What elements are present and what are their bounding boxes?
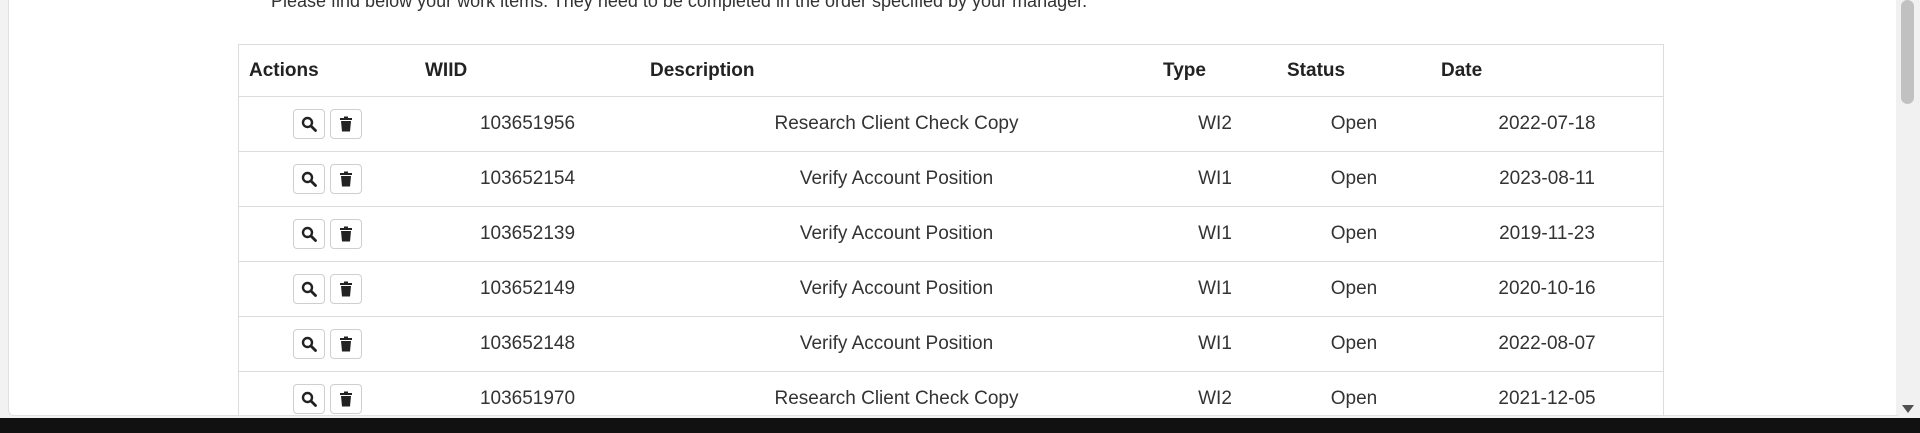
delete-button[interactable] xyxy=(329,384,362,414)
table-row: 103652149 Verify Account Position WI1 Open 2… xyxy=(239,261,1663,317)
date-cell: 2022-08-07 xyxy=(1431,316,1663,372)
date-cell: 2023-08-11 xyxy=(1431,151,1663,207)
delete-button[interactable] xyxy=(329,109,362,139)
scrollbar-thumb[interactable] xyxy=(1901,0,1914,104)
search-icon xyxy=(301,171,317,187)
actions-cell xyxy=(239,316,415,372)
header-date[interactable]: Date xyxy=(1431,45,1663,97)
search-icon xyxy=(301,281,317,297)
date-cell: 2020-10-16 xyxy=(1431,261,1663,317)
date-cell: 2022-07-18 xyxy=(1431,96,1663,152)
view-button[interactable] xyxy=(292,329,325,359)
wiid-cell: 103652154 xyxy=(415,151,640,207)
description-cell: Verify Account Position xyxy=(640,316,1153,372)
type-cell: WI2 xyxy=(1153,96,1277,152)
description-cell: Research Client Check Copy xyxy=(640,371,1153,416)
trash-icon xyxy=(339,391,353,407)
table-row: 103651956 Research Client Check Copy WI2 Op… xyxy=(239,96,1663,152)
actions-cell xyxy=(239,206,415,262)
type-cell: WI2 xyxy=(1153,371,1277,416)
header-description[interactable]: Description xyxy=(640,45,1153,97)
view-button[interactable] xyxy=(292,384,325,414)
description-cell: Verify Account Position xyxy=(640,206,1153,262)
type-cell: WI1 xyxy=(1153,316,1277,372)
header-status[interactable]: Status xyxy=(1277,45,1431,97)
search-icon xyxy=(301,226,317,242)
status-cell: Open xyxy=(1277,96,1431,152)
table-header-row: Actions WIID Description Type Status Dat… xyxy=(239,45,1663,97)
type-cell: WI1 xyxy=(1153,206,1277,262)
delete-button[interactable] xyxy=(329,329,362,359)
description-cell: Verify Account Position xyxy=(640,261,1153,317)
table-row: 103652139 Verify Account Position WI1 Open 2… xyxy=(239,206,1663,262)
wiid-cell: 103651970 xyxy=(415,371,640,416)
wiid-cell: 103652148 xyxy=(415,316,640,372)
trash-icon xyxy=(339,281,353,297)
trash-icon xyxy=(339,336,353,352)
table-row: 103652154 Verify Account Position WI1 Open 2… xyxy=(239,151,1663,207)
wiid-cell: 103652149 xyxy=(415,261,640,317)
actions-cell xyxy=(239,261,415,317)
bottom-bar xyxy=(0,418,1920,433)
date-cell: 2019-11-23 xyxy=(1431,206,1663,262)
header-type[interactable]: Type xyxy=(1153,45,1277,97)
wiid-cell: 103652139 xyxy=(415,206,640,262)
wiid-cell: 103651956 xyxy=(415,96,640,152)
description-cell: Verify Account Position xyxy=(640,151,1153,207)
trash-icon xyxy=(339,226,353,242)
work-items-table-container: Actions WIID Description Type Status Dat… xyxy=(238,44,1664,416)
delete-button[interactable] xyxy=(329,219,362,249)
type-cell: WI1 xyxy=(1153,151,1277,207)
actions-cell xyxy=(239,151,415,207)
actions-cell xyxy=(239,371,415,416)
search-icon xyxy=(301,116,317,132)
view-button[interactable] xyxy=(292,164,325,194)
vertical-scrollbar[interactable] xyxy=(1896,0,1920,415)
table-row: 103651970 Research Client Check Copy WI2 Op… xyxy=(239,371,1663,416)
search-icon xyxy=(301,336,317,352)
intro-text: Please find below your work items. They … xyxy=(271,0,1088,11)
date-cell: 2021-12-05 xyxy=(1431,371,1663,416)
status-cell: Open xyxy=(1277,371,1431,416)
delete-button[interactable] xyxy=(329,164,362,194)
description-cell: Research Client Check Copy xyxy=(640,96,1153,152)
status-cell: Open xyxy=(1277,316,1431,372)
view-button[interactable] xyxy=(292,109,325,139)
status-cell: Open xyxy=(1277,151,1431,207)
actions-cell xyxy=(239,96,415,152)
status-cell: Open xyxy=(1277,261,1431,317)
work-items-table: Actions WIID Description Type Status Dat… xyxy=(239,45,1663,416)
trash-icon xyxy=(339,171,353,187)
status-cell: Open xyxy=(1277,206,1431,262)
search-icon xyxy=(301,391,317,407)
header-wiid[interactable]: WIID xyxy=(415,45,640,97)
scroll-down-arrow-icon[interactable] xyxy=(1902,405,1914,413)
type-cell: WI1 xyxy=(1153,261,1277,317)
header-actions[interactable]: Actions xyxy=(239,45,415,97)
trash-icon xyxy=(339,116,353,132)
delete-button[interactable] xyxy=(329,274,362,304)
view-button[interactable] xyxy=(292,219,325,249)
view-button[interactable] xyxy=(292,274,325,304)
table-row: 103652148 Verify Account Position WI1 Open 2… xyxy=(239,316,1663,372)
